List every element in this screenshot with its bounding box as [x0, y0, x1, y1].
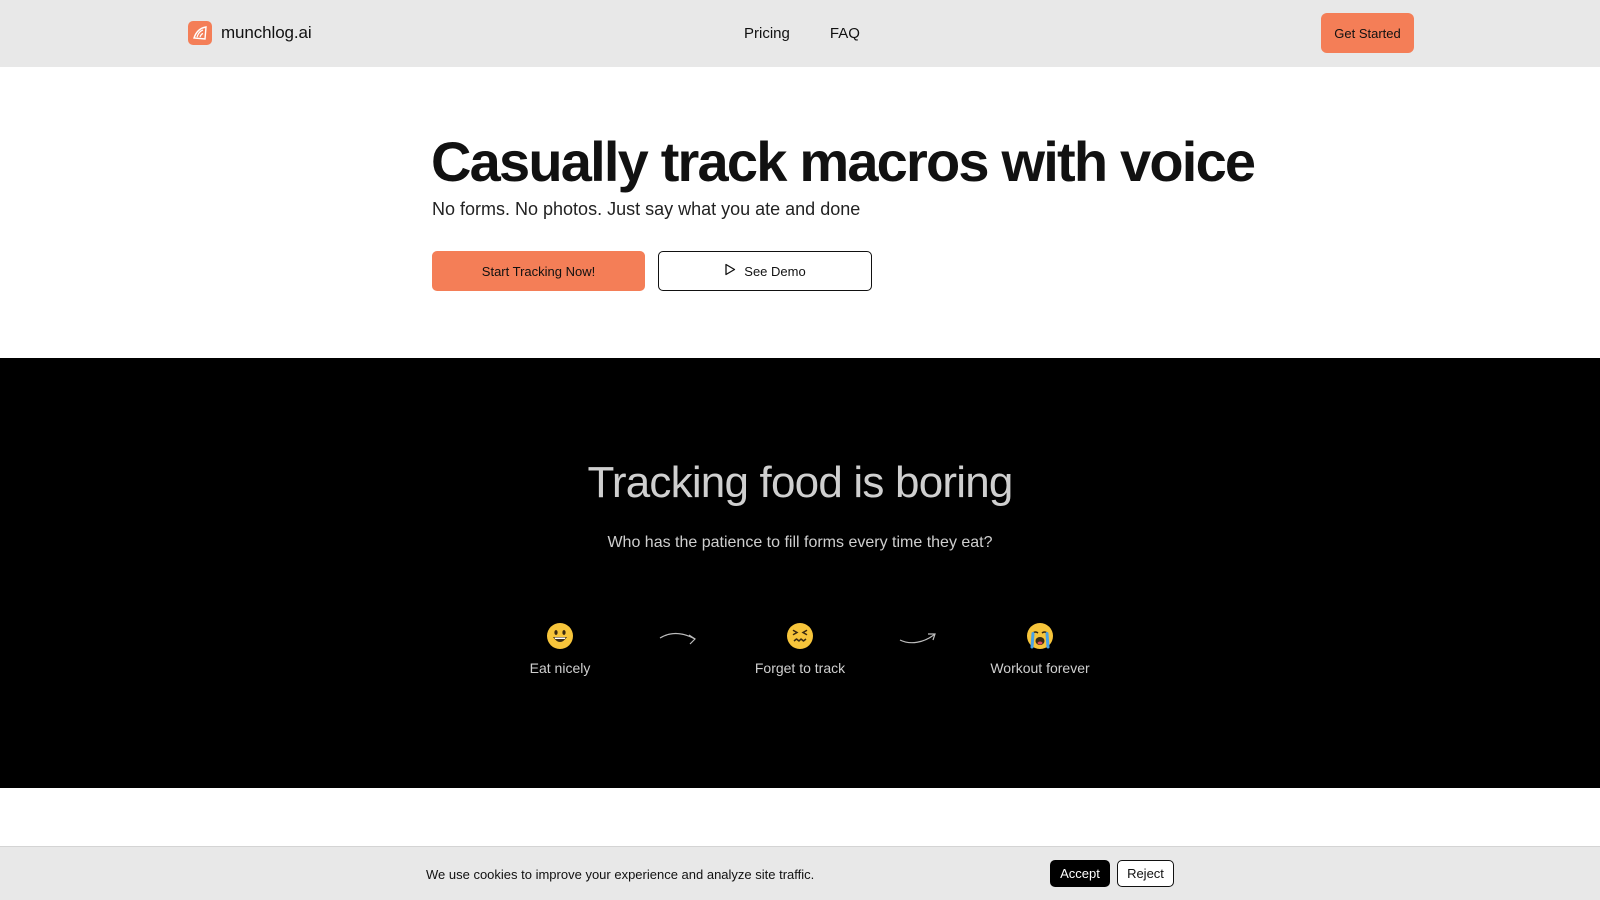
hero-section: Casually track macros with voice No form…: [0, 67, 1600, 358]
accept-cookies-button[interactable]: Accept: [1050, 860, 1110, 887]
see-demo-button[interactable]: See Demo: [658, 251, 872, 291]
hero-subtitle: No forms. No photos. Just say what you a…: [432, 199, 861, 219]
hero-title: Casually track macros with voice: [431, 130, 1256, 193]
brand[interactable]: munchlog.ai: [188, 21, 312, 45]
reject-cookies-button[interactable]: Reject: [1117, 860, 1174, 887]
brand-name: munchlog.ai: [221, 23, 312, 42]
see-demo-label: See Demo: [744, 263, 806, 279]
munchlog-logo-icon: [188, 21, 212, 45]
confounded-face-icon: [787, 623, 813, 649]
step-label: Forget to track: [754, 660, 846, 676]
step-workout-forever: Workout forever: [960, 622, 1120, 676]
get-started-button[interactable]: Get Started: [1321, 13, 1414, 53]
step-label: Eat nicely: [529, 660, 591, 676]
arrow-icon: [899, 633, 936, 644]
step-forget-to-track: Forget to track: [720, 622, 880, 676]
crying-face-icon: [1027, 623, 1053, 649]
start-tracking-button[interactable]: Start Tracking Now!: [432, 251, 645, 291]
top-nav: munchlog.ai Pricing FAQ Get Started: [0, 0, 1600, 67]
nav-link-pricing[interactable]: Pricing: [744, 25, 790, 42]
step-eat-nicely: Eat nicely: [480, 622, 640, 676]
play-icon: [724, 263, 736, 279]
arrow-icon: [659, 633, 696, 645]
step-label: Workout forever: [990, 660, 1090, 676]
nav-links: Pricing FAQ: [744, 25, 860, 42]
cookie-text: We use cookies to improve your experienc…: [426, 867, 815, 882]
problem-subtitle: Who has the patience to fill forms every…: [607, 534, 993, 551]
problem-section: Tracking food is boring Who has the pati…: [0, 358, 1600, 788]
problem-title: Tracking food is boring: [587, 458, 1013, 507]
grinning-face-icon: [547, 623, 573, 649]
cookie-banner: We use cookies to improve your experienc…: [0, 846, 1600, 900]
nav-link-faq[interactable]: FAQ: [830, 25, 860, 42]
